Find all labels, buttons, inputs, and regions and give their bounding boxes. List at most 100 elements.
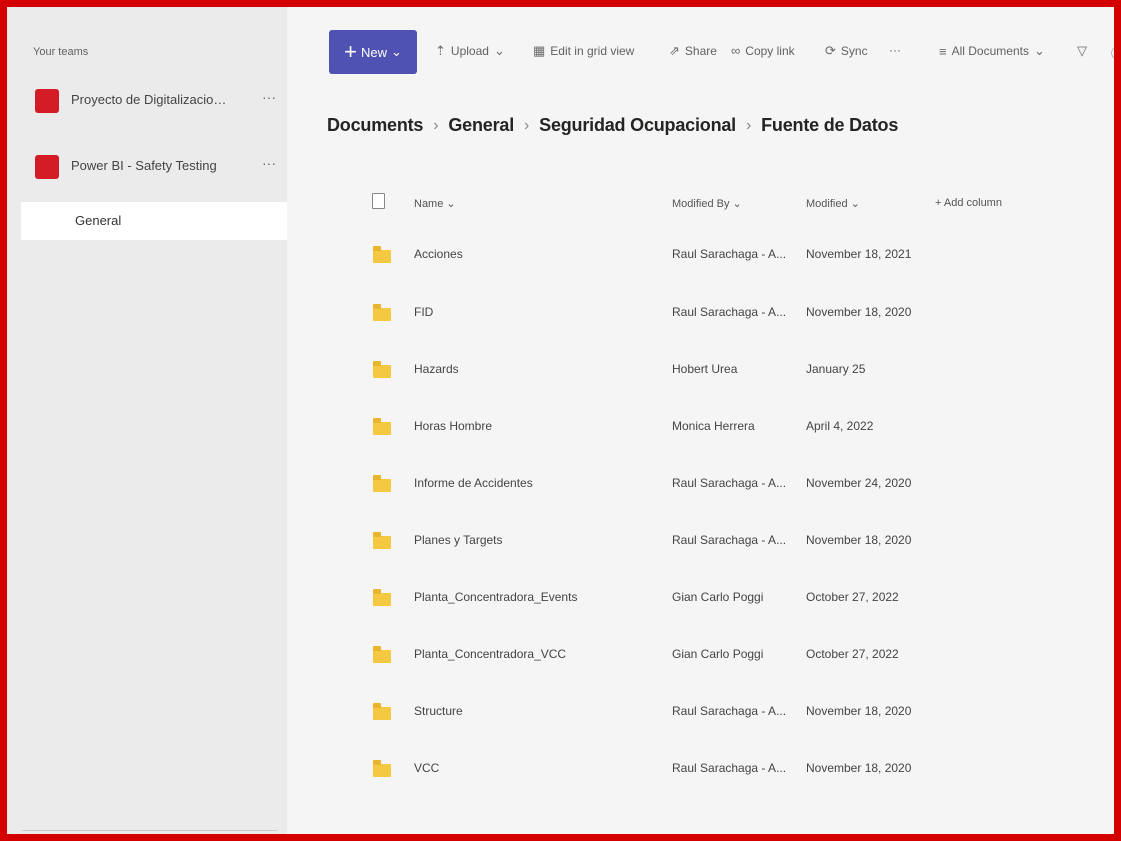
- copy-link-label: Copy link: [745, 43, 795, 58]
- row-modified-by: Raul Sarachaga - A...: [672, 704, 787, 718]
- more-actions-label: ···: [889, 43, 901, 57]
- folder-icon: [373, 361, 391, 378]
- sidebar-title: Your teams: [33, 46, 89, 58]
- teams-sidebar: Your teams Proyecto de Digitalizacion de…: [7, 7, 287, 834]
- column-header-modified-by[interactable]: Modified By ⌄: [672, 197, 742, 210]
- row-name[interactable]: Hazards: [414, 362, 459, 376]
- sync-icon: ⟳: [825, 43, 836, 58]
- breadcrumb: Documents › General › Seguridad Ocupacio…: [327, 115, 898, 136]
- column-name-label: Name: [414, 198, 444, 210]
- edit-grid-label: Edit in grid view: [550, 44, 635, 58]
- row-name[interactable]: Horas Hombre: [414, 419, 492, 433]
- column-header-name[interactable]: Name ⌄: [414, 197, 456, 210]
- chevron-right-icon: ›: [745, 116, 752, 134]
- row-name[interactable]: Acciones: [414, 247, 463, 261]
- folder-icon: [373, 703, 391, 720]
- table-row[interactable]: FID Raul Sarachaga - A... November 18, 2…: [367, 292, 1087, 348]
- chevron-down-icon: ⌄: [493, 43, 505, 58]
- table-row[interactable]: VCC Raul Sarachaga - A... November 18, 2…: [367, 748, 1087, 804]
- list-icon: ≡: [939, 43, 947, 59]
- folder-icon: [373, 532, 391, 549]
- info-icon: ⓘ: [1111, 43, 1114, 62]
- column-modified-by-label: Modified By: [672, 198, 730, 210]
- table-row[interactable]: Structure Raul Sarachaga - A... November…: [367, 691, 1087, 747]
- column-modified-label: Modified: [806, 198, 848, 210]
- view-label: All Documents: [951, 44, 1029, 58]
- filter-button[interactable]: ▽: [1077, 43, 1087, 59]
- upload-button[interactable]: ⇡ Upload ⌄: [435, 43, 505, 59]
- new-button[interactable]: + New ⌄: [329, 30, 417, 74]
- file-type-icon[interactable]: [372, 193, 385, 209]
- row-modified-by: Raul Sarachaga - A...: [672, 476, 787, 490]
- share-icon: ⇗: [669, 43, 680, 58]
- screenshot-frame: Your teams Proyecto de Digitalizacion de…: [0, 0, 1121, 841]
- team-item-proyecto-digitalizacion[interactable]: Proyecto de Digitalizacion de S... ···: [35, 88, 280, 118]
- grid-icon: ▦: [533, 43, 546, 58]
- team-avatar: [35, 89, 59, 113]
- info-button[interactable]: ⓘ: [1111, 43, 1114, 62]
- chevron-right-icon: ›: [433, 116, 439, 134]
- filter-icon: ▽: [1077, 43, 1087, 58]
- row-modified: November 24, 2020: [806, 476, 912, 490]
- share-button[interactable]: ⇗ Share: [669, 43, 717, 59]
- row-modified-by: Raul Sarachaga - A...: [672, 533, 787, 547]
- link-icon: ∞: [731, 43, 741, 58]
- table-row[interactable]: Planes y Targets Raul Sarachaga - A... N…: [367, 520, 1087, 576]
- sidebar-divider: [22, 830, 277, 831]
- add-column-button[interactable]: + Add column: [935, 197, 1002, 209]
- row-modified-by: Monica Herrera: [672, 419, 755, 433]
- row-modified-by: Gian Carlo Poggi: [672, 590, 764, 604]
- breadcrumb-seguridad[interactable]: Seguridad Ocupacional: [539, 115, 736, 136]
- more-options-icon[interactable]: ···: [262, 89, 276, 105]
- row-modified: November 18, 2020: [806, 305, 912, 319]
- share-label: Share: [684, 44, 717, 58]
- table-row[interactable]: Acciones Raul Sarachaga - A... November …: [367, 234, 1087, 290]
- folder-icon: [373, 589, 391, 606]
- folder-icon: [373, 760, 391, 777]
- row-modified-by: Gian Carlo Poggi: [672, 647, 764, 661]
- breadcrumb-current: Fuente de Datos: [761, 115, 899, 135]
- edit-grid-button[interactable]: ▦ Edit in grid view: [533, 43, 634, 59]
- more-options-icon[interactable]: ···: [262, 155, 276, 171]
- folder-icon: [373, 646, 391, 663]
- row-modified-by: Raul Sarachaga - A...: [672, 247, 787, 261]
- row-modified: November 18, 2020: [806, 704, 912, 718]
- row-name[interactable]: VCC: [414, 761, 439, 775]
- breadcrumb-general[interactable]: General: [448, 115, 514, 136]
- copy-link-button[interactable]: ∞ Copy link: [731, 43, 795, 58]
- table-row[interactable]: Planta_Concentradora_VCC Gian Carlo Pogg…: [367, 634, 1087, 690]
- sync-button[interactable]: ⟳ Sync: [825, 43, 868, 59]
- row-modified: April 4, 2022: [806, 419, 874, 433]
- view-selector[interactable]: ≡ All Documents ⌄: [939, 43, 1045, 59]
- row-name[interactable]: Informe de Accidentes: [414, 476, 533, 490]
- row-name[interactable]: Planes y Targets: [414, 533, 503, 547]
- row-modified: October 27, 2022: [806, 590, 899, 604]
- command-bar: + New ⌄ ⇡ Upload ⌄ ▦ Edit in grid view ⇗…: [287, 7, 1114, 87]
- column-header-modified[interactable]: Modified ⌄: [806, 197, 860, 210]
- table-row[interactable]: Horas Hombre Monica Herrera April 4, 202…: [367, 406, 1087, 462]
- table-row[interactable]: Planta_Concentradora_Events Gian Carlo P…: [367, 577, 1087, 633]
- table-row[interactable]: Hazards Hobert Urea January 25: [367, 349, 1087, 405]
- channel-general[interactable]: General: [21, 202, 287, 240]
- table-row[interactable]: Informe de Accidentes Raul Sarachaga - A…: [367, 463, 1087, 519]
- row-modified: November 18, 2020: [806, 761, 912, 775]
- row-name[interactable]: FID: [414, 305, 433, 319]
- chevron-down-icon: ⌄: [390, 44, 402, 59]
- row-modified: November 18, 2021: [806, 247, 912, 261]
- row-name[interactable]: Planta_Concentradora_Events: [414, 590, 577, 604]
- row-name[interactable]: Structure: [414, 704, 463, 718]
- plus-icon: +: [344, 39, 357, 64]
- folder-icon: [373, 418, 391, 435]
- upload-label: Upload: [450, 44, 489, 58]
- row-modified: November 18, 2020: [806, 533, 912, 547]
- sync-label: Sync: [840, 44, 868, 58]
- team-item-power-bi-safety[interactable]: Power BI - Safety Testing ···: [35, 154, 280, 184]
- document-library: Documents › General › Seguridad Ocupacio…: [287, 87, 1114, 834]
- breadcrumb-documents[interactable]: Documents: [327, 115, 423, 136]
- channel-label: General: [75, 213, 122, 228]
- row-modified-by: Raul Sarachaga - A...: [672, 761, 787, 775]
- row-name[interactable]: Planta_Concentradora_VCC: [414, 647, 566, 661]
- chevron-right-icon: ›: [524, 116, 530, 134]
- folder-icon: [373, 246, 391, 263]
- more-actions-button[interactable]: ···: [889, 43, 901, 57]
